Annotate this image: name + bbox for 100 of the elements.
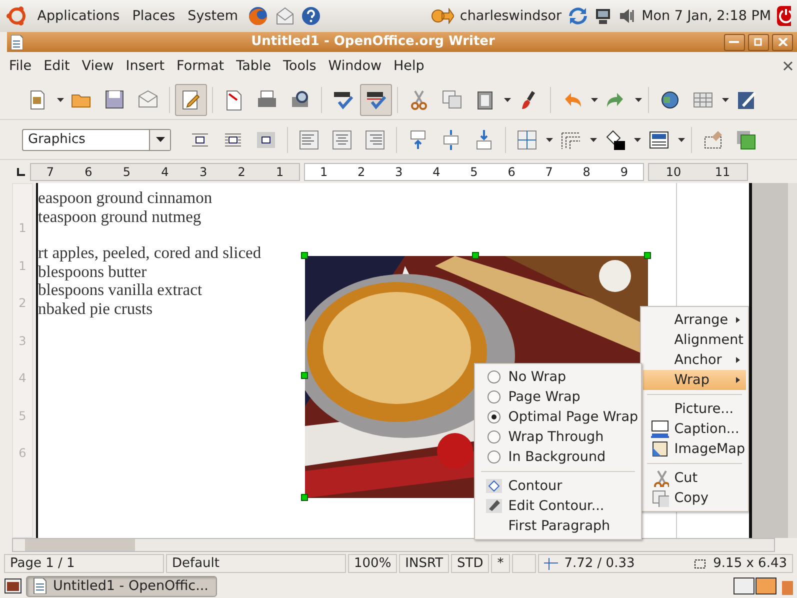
selection-handle[interactable] [301, 494, 308, 501]
ruler-number: 6 [84, 164, 92, 180]
selection-handle[interactable] [644, 252, 651, 259]
ruler-number: 8 [582, 164, 590, 180]
imagemap-icon [651, 440, 669, 458]
menu-item[interactable]: Alignment [643, 330, 746, 350]
radio-button[interactable] [487, 390, 501, 404]
radio-button[interactable] [487, 370, 501, 384]
ruler-number: 10 [666, 164, 682, 180]
toolbar-button[interactable] [360, 84, 392, 116]
menu-item[interactable]: Insert [120, 54, 170, 78]
close-button[interactable] [772, 34, 793, 50]
ruler-number: 4 [161, 164, 169, 180]
selection-handle[interactable] [301, 252, 308, 259]
menu-item[interactable]: File [4, 54, 37, 78]
menu-item[interactable]: Tools [278, 54, 322, 78]
minimize-button[interactable] [724, 34, 744, 50]
menu-item[interactable]: Caption... [643, 419, 746, 439]
edit-icon [180, 88, 202, 110]
caret-icon[interactable] [590, 138, 596, 142]
ruler-number: 5 [122, 164, 131, 180]
menu-item[interactable]: Format [172, 54, 230, 78]
update-icon[interactable] [568, 6, 588, 26]
menu-item[interactable]: In Background [477, 447, 639, 467]
scrollbar[interactable] [788, 183, 797, 538]
maximize-button[interactable] [748, 34, 769, 50]
menu-item[interactable]: Anchor [643, 350, 746, 370]
menu-item[interactable]: Wrap Through [477, 427, 639, 447]
radio-button[interactable] [487, 410, 501, 424]
object-size: 9.15 x 6.43 [713, 554, 787, 573]
ruler-number: 3 [199, 164, 208, 180]
caret-icon[interactable] [590, 98, 598, 102]
caption-icon [651, 420, 669, 438]
ruler-number: 3 [395, 164, 403, 180]
menu-item[interactable]: Cut [643, 468, 746, 488]
align-left-icon [298, 128, 320, 150]
ruler-number: 1 [18, 220, 26, 237]
menu-item[interactable]: Help [388, 54, 430, 78]
logo-icon[interactable] [6, 5, 28, 27]
menu-item[interactable]: Page Wrap [477, 387, 639, 407]
panel-menu[interactable]: System [184, 6, 242, 26]
caret-icon[interactable] [678, 138, 684, 142]
user-switch-icon[interactable] [430, 8, 454, 24]
ruler-number: 2 [238, 164, 246, 180]
scrollbar[interactable] [12, 538, 775, 552]
menu-item[interactable]: Edit Contour... [477, 496, 639, 516]
user-name[interactable]: charleswindsor [460, 6, 562, 26]
caret-icon[interactable] [634, 98, 642, 102]
radio-button[interactable] [487, 450, 501, 464]
ruler-number: 2 [358, 164, 366, 180]
network-icon[interactable] [594, 7, 612, 25]
submenu-arrow-icon [736, 357, 740, 363]
ruler-number: 4 [432, 164, 440, 180]
caret-icon [156, 137, 164, 142]
menu-item[interactable]: Arrange [643, 310, 746, 330]
style-dropdown[interactable]: Graphics [22, 128, 171, 150]
caret-icon[interactable] [56, 98, 64, 102]
caret-icon[interactable] [504, 98, 510, 102]
menu-item[interactable]: No Wrap [477, 367, 639, 387]
menu-item[interactable]: ImageMap [643, 439, 746, 459]
ruler-number: 7 [545, 164, 553, 180]
align-right-icon [364, 128, 386, 150]
caret-icon[interactable] [546, 138, 552, 142]
menu-item[interactable]: Contour [477, 476, 639, 496]
align-center-icon [331, 128, 353, 150]
panel-menu[interactable]: Applications [34, 6, 123, 26]
menu-item[interactable]: Table [231, 54, 276, 78]
volume-icon[interactable] [618, 7, 636, 25]
menu-item[interactable]: First Paragraph [477, 516, 639, 536]
selection-handle[interactable] [301, 372, 308, 379]
tab-stop-icon[interactable] [16, 166, 26, 176]
submenu-arrow-icon [736, 317, 740, 323]
taskbar-button[interactable]: Untitled1 - OpenOffic... [26, 576, 218, 596]
ruler-number: 4 [18, 370, 26, 387]
caret-icon[interactable] [634, 138, 640, 142]
clock[interactable]: Mon 7 Jan, 2:18 PM [642, 6, 771, 26]
caret-icon[interactable] [722, 98, 728, 102]
object-icon [735, 128, 757, 150]
close-icon [778, 38, 788, 46]
menu-item[interactable]: Copy [643, 488, 746, 508]
mail-icon[interactable] [275, 6, 296, 26]
help-icon[interactable] [301, 6, 322, 26]
panel-menu[interactable]: Places [128, 6, 178, 26]
menu-item[interactable]: Picture... [643, 399, 746, 419]
menu-item[interactable]: Wrap [643, 370, 746, 390]
document-icon [33, 578, 47, 594]
ruler-number: 1 [276, 164, 284, 180]
radio-button[interactable] [487, 430, 501, 444]
menu-item[interactable]: Edit [38, 54, 75, 78]
ruler-number: 7 [46, 164, 54, 180]
workspace-switcher-icon[interactable] [733, 577, 777, 595]
browser-icon[interactable] [247, 5, 270, 27]
power-icon[interactable] [777, 5, 791, 27]
menu-item[interactable]: Optimal Page Wrap [477, 407, 639, 427]
modified-indicator: * [491, 554, 510, 573]
menu-item[interactable]: Window [323, 54, 387, 78]
close-icon[interactable] [783, 61, 793, 71]
menu-item[interactable]: View [76, 54, 119, 78]
selection-handle[interactable] [472, 252, 479, 259]
show-desktop-icon[interactable] [4, 578, 22, 594]
